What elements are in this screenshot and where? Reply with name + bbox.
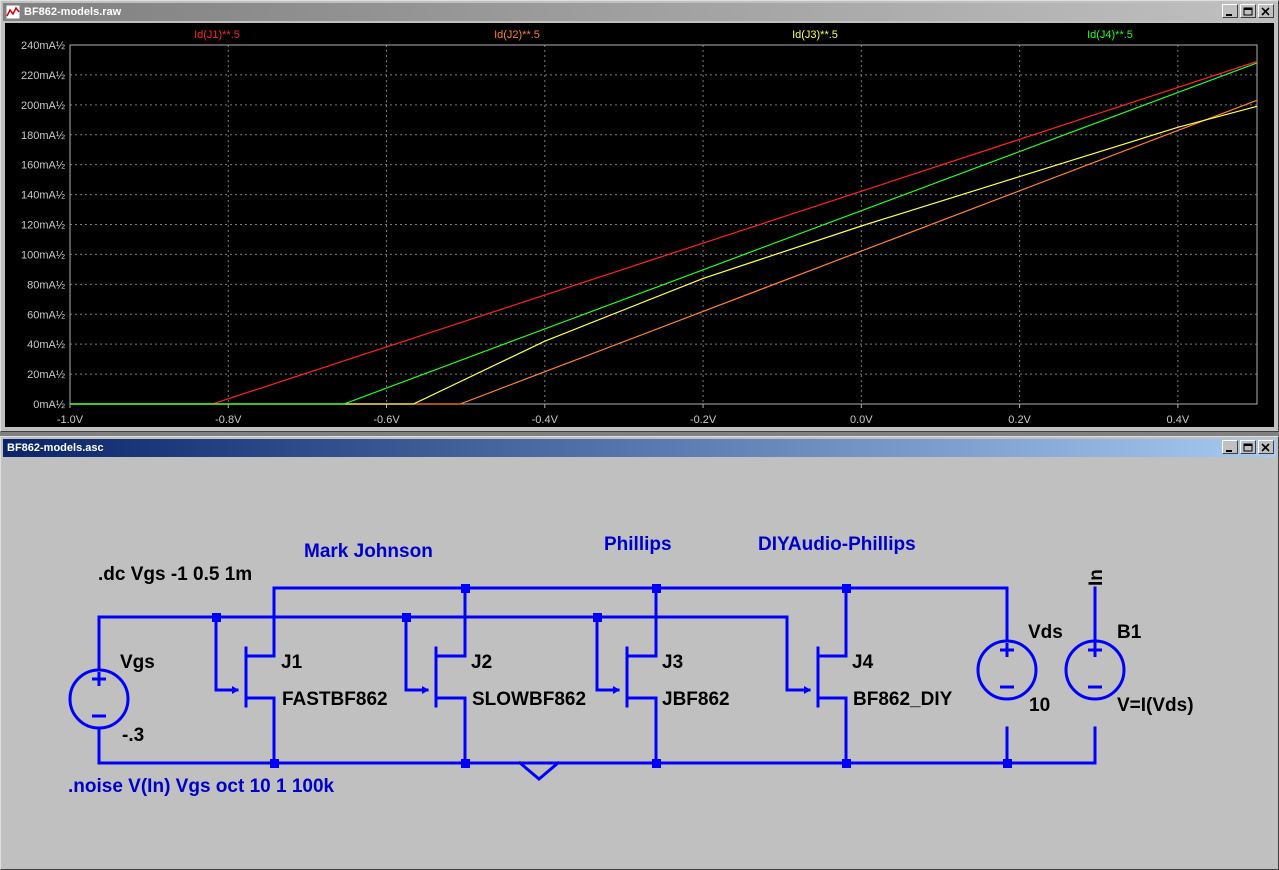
vds-source-symbol[interactable]: [976, 639, 1038, 701]
maximize-icon: [1243, 7, 1253, 16]
series-line-3: [70, 105, 1258, 405]
schematic-canvas[interactable]: .dc Vgs -1 0.5 1m Vgs -.3 Vds 10 B1 V=I(…: [5, 459, 1274, 865]
noise-directive[interactable]: .noise V(In) Vgs oct 10 1 100k: [68, 776, 335, 797]
y-tick-label: 180mA½: [21, 130, 65, 142]
jfet-model-j3[interactable]: JBF862: [662, 689, 730, 710]
close-button[interactable]: [1258, 440, 1274, 454]
jfet-model-j4[interactable]: BF862_DIY: [853, 689, 953, 710]
maximize-button[interactable]: [1240, 4, 1256, 18]
schematic-window-titlebar[interactable]: BF862-models.asc: [3, 439, 1276, 457]
y-tick-label: 220mA½: [21, 70, 65, 82]
series-line-1: [70, 60, 1258, 405]
source-name-vds[interactable]: Vds: [1028, 622, 1063, 643]
jfet-name-j4[interactable]: J4: [852, 652, 874, 673]
minimize-icon: [1226, 14, 1232, 16]
dc-directive[interactable]: .dc Vgs -1 0.5 1m: [98, 564, 252, 585]
y-tick-label: 60mA½: [27, 309, 65, 321]
jfet-name-j2[interactable]: J2: [471, 652, 492, 673]
y-tick-label: 100mA½: [21, 249, 65, 261]
comment-mark-johnson[interactable]: Mark Johnson: [304, 541, 433, 562]
net-label-in[interactable]: In: [1086, 569, 1107, 586]
maximize-button[interactable]: [1240, 440, 1256, 454]
y-tick-label: 240mA½: [21, 40, 65, 52]
waveform-icon: [6, 5, 20, 19]
x-tick-label: -0.4V: [532, 414, 559, 426]
comment-phillips[interactable]: Phillips: [604, 534, 672, 555]
legend-entry-1: Id(J1)**.5: [194, 29, 240, 41]
close-button[interactable]: [1258, 4, 1274, 18]
wire-gate-bus[interactable]: [97, 615, 789, 692]
x-tick-label: 0.0V: [850, 414, 873, 426]
comment-diyaudio-phillips[interactable]: DIYAudio-Phillips: [758, 534, 916, 555]
ground-symbol[interactable]: [517, 760, 561, 781]
y-tick-label: 200mA½: [21, 100, 65, 112]
series-line-4: [70, 62, 1258, 405]
vgs-source-symbol[interactable]: [68, 668, 130, 730]
source-value-b1[interactable]: V=I(Vds): [1117, 695, 1194, 716]
source-name-b1[interactable]: B1: [1117, 622, 1142, 643]
y-tick-label: 160mA½: [21, 160, 65, 172]
x-tick-label: -1.0V: [57, 414, 84, 426]
jfet-model-j2[interactable]: SLOWBF862: [472, 689, 586, 710]
minimize-icon: [1226, 450, 1232, 452]
wire-drain-bus[interactable]: [272, 586, 1009, 658]
y-tick-label: 120mA½: [21, 220, 65, 232]
x-tick-label: -0.8V: [215, 414, 242, 426]
x-tick-label: -0.6V: [373, 414, 400, 426]
plot-window-title: BF862-models.raw: [24, 6, 122, 18]
wire-ground-bus[interactable]: [97, 726, 1097, 765]
jfet-model-j1[interactable]: FASTBF862: [282, 689, 388, 710]
jfet-name-j3[interactable]: J3: [662, 652, 683, 673]
source-name-vgs[interactable]: Vgs: [120, 652, 155, 673]
source-value-vgs[interactable]: -.3: [122, 725, 144, 746]
y-tick-label: 140mA½: [21, 190, 65, 202]
close-icon: [1261, 7, 1270, 16]
plot-window-titlebar[interactable]: BF862-models.raw: [3, 3, 1276, 21]
minimize-button[interactable]: [1222, 440, 1238, 454]
y-tick-label: 0mA½: [33, 399, 65, 411]
plot-window: BF862-models.raw -1.0V -0.8V -0.6V -0.4V -0.…: [0, 0, 1279, 432]
legend-entry-3: Id(J3)**.5: [792, 29, 838, 41]
close-icon: [1261, 443, 1270, 452]
schematic-drawing[interactable]: .dc Vgs -1 0.5 1m Vgs -.3 Vds 10 B1 V=I(…: [5, 459, 1274, 865]
y-tick-label: 80mA½: [27, 279, 65, 291]
schematic-window: BF862-models.asc .dc Vgs -1 0.5 1m Vgs -…: [0, 436, 1279, 870]
y-tick-label: 20mA½: [27, 369, 65, 381]
x-tick-label: 0.4V: [1167, 414, 1190, 426]
minimize-button[interactable]: [1222, 4, 1238, 18]
plot-frame: [69, 44, 1258, 405]
legend-entry-2: Id(J2)**.5: [494, 29, 540, 41]
x-tick-label: 0.2V: [1008, 414, 1031, 426]
waveform-chart[interactable]: -1.0V -0.8V -0.6V -0.4V -0.2V 0.0V 0.2V 0.4V 0mA…: [5, 23, 1274, 427]
legend-entry-4: Id(J4)**.5: [1087, 29, 1133, 41]
jfet-name-j1[interactable]: J1: [281, 652, 303, 673]
source-value-vds[interactable]: 10: [1029, 695, 1050, 716]
plot-area[interactable]: -1.0V -0.8V -0.6V -0.4V -0.2V 0.0V 0.2V 0.4V 0mA…: [5, 23, 1274, 427]
maximize-icon: [1243, 443, 1253, 452]
y-tick-label: 40mA½: [27, 339, 65, 351]
x-tick-label: -0.2V: [690, 414, 717, 426]
schematic-window-title: BF862-models.asc: [7, 442, 104, 454]
series-line-2: [70, 99, 1258, 405]
b1-source-symbol[interactable]: [1064, 639, 1126, 701]
